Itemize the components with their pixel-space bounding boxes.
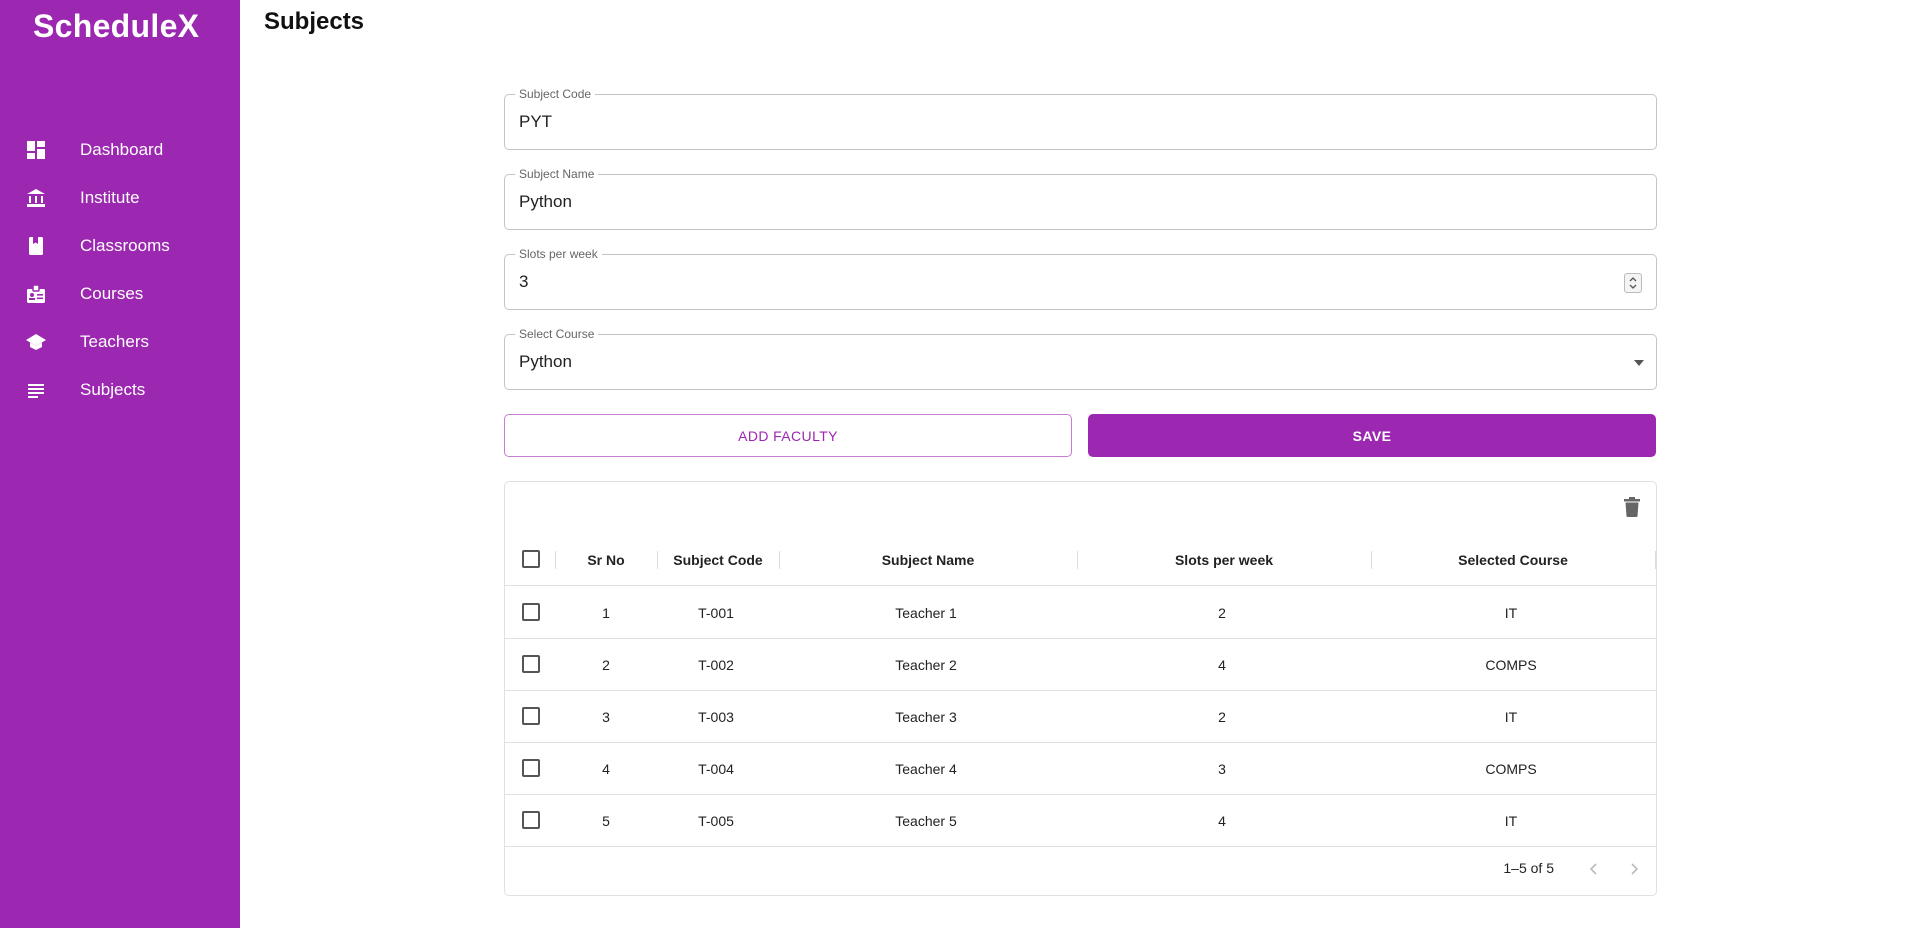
table-footer: 1–5 of 5 (505, 843, 1656, 895)
cell-subject-name: Teacher 3 (895, 709, 957, 725)
row-checkbox[interactable] (522, 655, 540, 673)
table-row[interactable]: 3 T-003 Teacher 3 2 IT (505, 691, 1656, 743)
cell-sr-no: 3 (602, 709, 610, 725)
slots-per-week-label: Slots per week (515, 247, 602, 261)
cell-sr-no: 5 (602, 813, 610, 829)
cell-sr-no: 1 (602, 605, 610, 621)
list-icon (26, 380, 46, 400)
cell-slots-per-week: 3 (1218, 761, 1226, 777)
cell-subject-name: Teacher 5 (895, 813, 957, 829)
cell-slots-per-week: 2 (1218, 605, 1226, 621)
pagination-text: 1–5 of 5 (1503, 860, 1554, 876)
column-header-selected-course[interactable]: Selected Course (1371, 534, 1655, 586)
badge-icon (26, 284, 46, 304)
cell-subject-code: T-001 (698, 605, 734, 621)
cell-selected-course: IT (1504, 813, 1518, 829)
row-checkbox[interactable] (522, 759, 540, 777)
select-course-label: Select Course (515, 327, 599, 341)
slots-per-week-value[interactable]: 3 (519, 272, 528, 292)
row-checkbox[interactable] (522, 811, 540, 829)
sidebar-item-label: Institute (80, 188, 140, 207)
sidebar-item-label: Courses (80, 284, 144, 303)
subject-name-field[interactable]: Subject Name Python (504, 167, 1657, 230)
sidebar: ScheduleX Dashboard Institute Classrooms… (0, 0, 240, 928)
cell-selected-course: COMPS (1485, 761, 1537, 777)
delete-icon[interactable] (1622, 496, 1642, 518)
table-row[interactable]: 2 T-002 Teacher 2 4 COMPS (505, 639, 1656, 691)
select-all-checkbox[interactable] (522, 550, 540, 568)
cell-subject-code: T-005 (698, 813, 734, 829)
cell-subject-name: Teacher 4 (895, 761, 957, 777)
table-header: Sr No Subject Code Subject Name Slots pe… (505, 534, 1656, 586)
column-header-sr-no[interactable]: Sr No (555, 534, 657, 586)
page-title: Subjects (264, 8, 365, 35)
dropdown-caret-icon[interactable] (1634, 360, 1644, 366)
subject-code-label: Subject Code (515, 87, 596, 101)
cell-selected-course: COMPS (1485, 657, 1537, 673)
cell-slots-per-week: 4 (1218, 657, 1226, 673)
subject-code-value[interactable]: PYT (519, 112, 552, 132)
select-course-dropdown[interactable]: Select Course Python (504, 327, 1657, 390)
cell-subject-name: Teacher 2 (895, 657, 957, 673)
sidebar-item-label: Dashboard (80, 140, 164, 159)
cell-selected-course: IT (1504, 605, 1518, 621)
cell-sr-no: 2 (602, 657, 610, 673)
sidebar-item-teachers[interactable]: Teachers (0, 318, 240, 366)
sidebar-item-classrooms[interactable]: Classrooms (0, 222, 240, 270)
dashboard-icon (26, 140, 46, 160)
sidebar-item-institute[interactable]: Institute (0, 174, 240, 222)
sidebar-item-subjects[interactable]: Subjects (0, 366, 240, 414)
cell-slots-per-week: 2 (1218, 709, 1226, 725)
app-logo: ScheduleX (33, 8, 200, 44)
sidebar-item-label: Classrooms (80, 236, 170, 255)
column-header-subject-code[interactable]: Subject Code (657, 534, 779, 586)
add-faculty-button[interactable]: ADD FACULTY (504, 414, 1072, 457)
table-row[interactable]: 5 T-005 Teacher 5 4 IT (505, 795, 1656, 847)
number-stepper[interactable] (1624, 273, 1642, 293)
slots-per-week-field[interactable]: Slots per week 3 (504, 247, 1657, 310)
row-checkbox[interactable] (522, 707, 540, 725)
column-separator[interactable] (1655, 551, 1656, 569)
row-checkbox[interactable] (522, 603, 540, 621)
institute-icon (26, 188, 46, 208)
table-row[interactable]: 4 T-004 Teacher 4 3 COMPS (505, 743, 1656, 795)
school-icon (26, 332, 46, 352)
subject-name-value[interactable]: Python (519, 192, 572, 212)
sidebar-item-label: Teachers (80, 332, 149, 351)
select-course-value: Python (519, 352, 572, 371)
cell-slots-per-week: 4 (1218, 813, 1226, 829)
cell-subject-code: T-002 (698, 657, 734, 673)
sidebar-item-label: Subjects (80, 380, 146, 399)
cell-sr-no: 4 (602, 761, 610, 777)
table-row[interactable]: 1 T-001 Teacher 1 2 IT (505, 587, 1656, 639)
cell-selected-course: IT (1504, 709, 1518, 725)
column-header-subject-name[interactable]: Subject Name (779, 534, 1077, 586)
previous-page-button[interactable] (1582, 857, 1606, 881)
cell-subject-name: Teacher 1 (895, 605, 957, 621)
book-icon (26, 236, 46, 256)
sidebar-nav: Dashboard Institute Classrooms Courses T… (0, 126, 240, 414)
stepper-arrows-icon (1629, 277, 1637, 289)
cell-subject-code: T-004 (698, 761, 734, 777)
column-header-slots-per-week[interactable]: Slots per week (1077, 534, 1371, 586)
chevron-right-icon (1631, 863, 1639, 875)
subject-code-field[interactable]: Subject Code PYT (504, 87, 1657, 150)
subject-name-label: Subject Name (515, 167, 599, 181)
chevron-left-icon (1589, 863, 1597, 875)
sidebar-item-courses[interactable]: Courses (0, 270, 240, 318)
subjects-table: Sr No Subject Code Subject Name Slots pe… (504, 481, 1657, 896)
cell-subject-code: T-003 (698, 709, 734, 725)
save-button[interactable]: SAVE (1088, 414, 1656, 457)
sidebar-item-dashboard[interactable]: Dashboard (0, 126, 240, 174)
next-page-button[interactable] (1622, 857, 1646, 881)
